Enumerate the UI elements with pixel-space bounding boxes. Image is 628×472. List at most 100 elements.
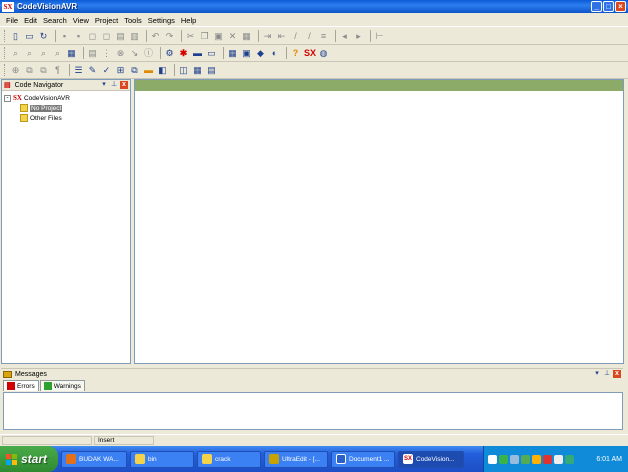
tree-item-no-project[interactable]: No Project <box>4 103 128 113</box>
bookmark-icon[interactable]: ≡ <box>318 31 329 42</box>
navigator-toggle-icon[interactable]: ☰ <box>73 65 84 76</box>
find-icon[interactable]: ⌕ <box>10 48 21 59</box>
uncomment-icon[interactable]: / <box>304 31 315 42</box>
save-all-icon[interactable]: ▪ <box>73 31 84 42</box>
taskbar-item-codevision[interactable]: SX CodeVision... <box>398 450 464 468</box>
programmer-icon[interactable]: ▭ <box>206 48 217 59</box>
chip-icon[interactable]: ▬ <box>192 48 203 59</box>
tab-warnings[interactable]: Warnings <box>39 380 85 391</box>
tab-errors[interactable]: Errors <box>3 380 39 391</box>
indent-icon[interactable]: ⇥ <box>262 31 273 42</box>
ide-settings-icon[interactable]: ◐ <box>269 48 280 59</box>
taskbar-item-bin[interactable]: bin <box>130 450 194 468</box>
security-icon[interactable] <box>543 454 552 464</box>
layout-2-icon[interactable]: ▦ <box>192 65 203 76</box>
pin-icon[interactable]: ⊥ <box>603 370 611 378</box>
reload-icon[interactable]: ↻ <box>38 31 49 42</box>
toolbar-grip[interactable] <box>4 30 7 42</box>
menu-view[interactable]: View <box>73 16 89 25</box>
bug-icon[interactable]: ✱ <box>178 48 189 59</box>
volume-icon[interactable] <box>554 454 563 464</box>
tree-collapse-icon[interactable]: - <box>4 94 11 102</box>
bookmark-next-icon[interactable]: ⧉ <box>24 65 35 76</box>
menu-search[interactable]: Search <box>43 16 67 25</box>
paragraph-icon[interactable]: ¶ <box>52 65 63 76</box>
close-all-icon[interactable]: ◻ <box>101 31 112 42</box>
output-icon[interactable]: ▬ <box>143 65 154 76</box>
messages-list[interactable] <box>3 392 623 430</box>
codevision-icon[interactable]: SX <box>304 48 316 59</box>
minimize-button[interactable]: _ <box>591 1 602 12</box>
redo-icon[interactable]: ↷ <box>164 31 175 42</box>
close-button[interactable]: × <box>615 1 626 12</box>
tree-root[interactable]: - SX CodeVisionAVR <box>4 93 128 103</box>
replace-icon[interactable]: ⌕ <box>52 48 63 59</box>
device-icon[interactable] <box>510 454 519 464</box>
tree-item-other-files[interactable]: Other Files <box>4 113 128 123</box>
web-icon[interactable]: ◍ <box>318 48 329 59</box>
go-forward-icon[interactable]: ▸ <box>353 31 364 42</box>
panel-dropdown-icon[interactable]: ▾ <box>100 81 108 89</box>
taskbar-item-ultraedit[interactable]: UltraEdit - [... <box>264 450 328 468</box>
menu-file[interactable]: File <box>6 16 18 25</box>
menu-project[interactable]: Project <box>95 16 118 25</box>
taskbar-item-crack[interactable]: crack <box>197 450 261 468</box>
find-next-icon[interactable]: ⌕ <box>24 48 35 59</box>
split-icon[interactable]: ⊢ <box>374 31 385 42</box>
title-bar[interactable]: SX CodeVisionAVR _ □ × <box>0 0 628 13</box>
help-tray-icon[interactable] <box>488 454 497 464</box>
panel-close-icon[interactable]: x <box>120 81 128 89</box>
clock[interactable]: 6:01 AM <box>596 456 622 463</box>
unindent-icon[interactable]: ⇤ <box>276 31 287 42</box>
pin-icon[interactable]: ⊥ <box>110 81 118 89</box>
taskbar-item-budak[interactable]: BUDAK WA... <box>61 450 127 468</box>
bookmark-prev-icon[interactable]: ⧉ <box>38 65 49 76</box>
panel-dropdown-icon[interactable]: ▾ <box>593 370 601 378</box>
layout-3-icon[interactable]: ▤ <box>206 65 217 76</box>
info-icon[interactable]: ⓘ <box>143 48 154 59</box>
find-prev-icon[interactable]: ⌕ <box>38 48 49 59</box>
layout-1-icon[interactable]: ◫ <box>178 65 189 76</box>
project-icon[interactable]: ▦ <box>66 48 77 59</box>
bookmark-toggle-icon[interactable]: ⊕ <box>10 65 21 76</box>
antivirus-icon[interactable] <box>521 454 530 464</box>
update-icon[interactable] <box>532 454 541 464</box>
panel-icon[interactable]: ⧉ <box>129 65 140 76</box>
chat-icon[interactable] <box>565 454 574 464</box>
messages-toggle-icon[interactable]: ⊞ <box>115 65 126 76</box>
new-file-icon[interactable]: ▯ <box>10 31 21 42</box>
terminal-icon[interactable]: ▣ <box>241 48 252 59</box>
print-icon[interactable]: ▥ <box>129 31 140 42</box>
delete-icon[interactable]: ✕ <box>227 31 238 42</box>
maximize-button[interactable]: □ <box>603 1 614 12</box>
go-back-icon[interactable]: ◂ <box>339 31 350 42</box>
menu-edit[interactable]: Edit <box>24 16 37 25</box>
open-folder-icon[interactable]: ▭ <box>24 31 35 42</box>
help-icon[interactable]: ? <box>290 48 301 59</box>
build-all-icon[interactable]: ⋮ <box>101 48 112 59</box>
chip-settings-icon[interactable]: ◆ <box>255 48 266 59</box>
network-icon[interactable] <box>499 454 508 464</box>
editor-area[interactable] <box>134 79 624 364</box>
copy-icon[interactable]: ❐ <box>199 31 210 42</box>
configure-icon[interactable]: ⚙ <box>164 48 175 59</box>
paste-icon[interactable]: ▣ <box>213 31 224 42</box>
menu-tools[interactable]: Tools <box>124 16 142 25</box>
save-icon[interactable]: ▪ <box>59 31 70 42</box>
wizard-icon[interactable]: ▦ <box>227 48 238 59</box>
close-icon[interactable]: ◻ <box>87 31 98 42</box>
make-icon[interactable]: ▤ <box>87 48 98 59</box>
undo-icon[interactable]: ↶ <box>150 31 161 42</box>
toolbar-grip[interactable] <box>4 47 7 59</box>
print-preview-icon[interactable]: ▤ <box>115 31 126 42</box>
panel-close-icon[interactable]: x <box>613 370 621 378</box>
stop-icon[interactable]: ⊗ <box>115 48 126 59</box>
menu-settings[interactable]: Settings <box>148 16 175 25</box>
select-all-icon[interactable]: ▦ <box>241 31 252 42</box>
menu-help[interactable]: Help <box>181 16 196 25</box>
taskbar-item-document1[interactable]: Document1 ... <box>331 450 395 468</box>
code-templates-icon[interactable]: ✎ <box>87 65 98 76</box>
debug-icon[interactable]: ↘ <box>129 48 140 59</box>
cut-icon[interactable]: ✂ <box>185 31 196 42</box>
comment-icon[interactable]: / <box>290 31 301 42</box>
